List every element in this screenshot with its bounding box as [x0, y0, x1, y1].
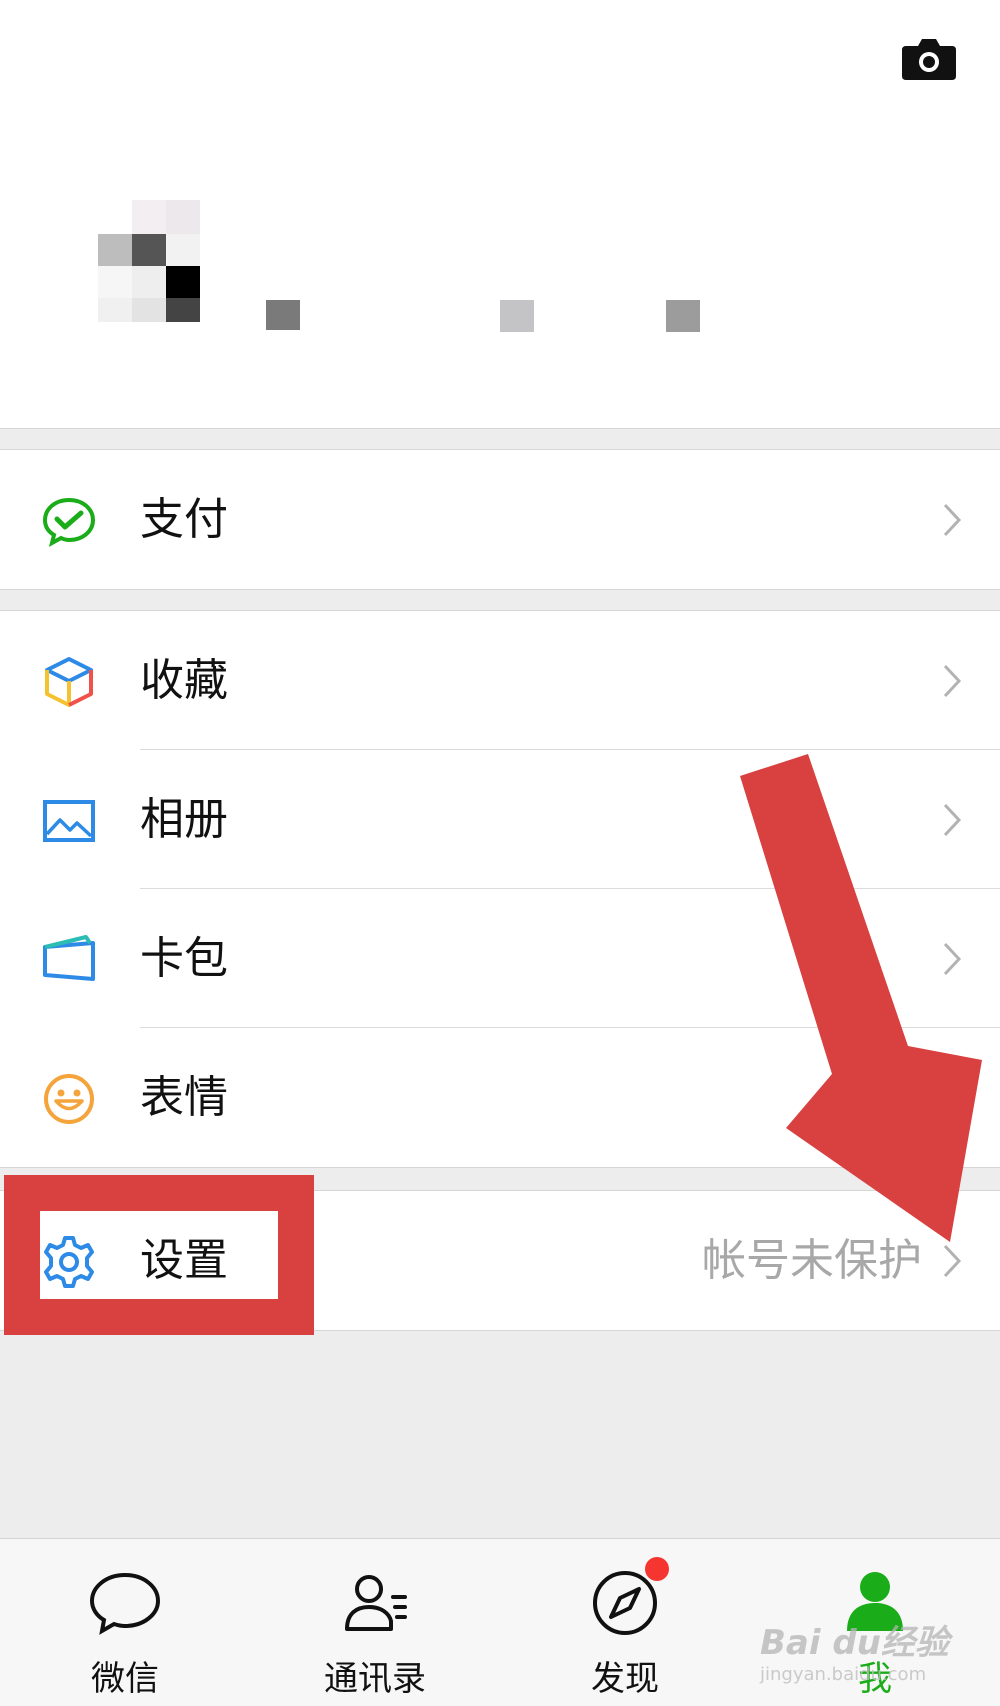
menu-item-favorites-label: 收藏: [140, 655, 228, 706]
cube-icon: [45, 657, 93, 707]
menu-item-favorites[interactable]: 收藏: [0, 611, 1000, 750]
tab-wechat[interactable]: 微信: [0, 1539, 250, 1706]
contacts-icon: [345, 1575, 407, 1631]
menu-item-pay-label: 支付: [140, 494, 228, 545]
menu-item-cards[interactable]: 卡包: [0, 889, 1000, 1028]
card-icon: [43, 935, 95, 981]
smile-icon: [44, 1074, 94, 1124]
menu-group-main: 收藏 相册 卡包 表情: [0, 610, 1000, 1168]
baidu-watermark: Bai du经验 jingyan.baidu.com: [760, 1615, 960, 1685]
menu-item-album-label: 相册: [140, 794, 228, 845]
chat-bubble-icon: [89, 1572, 161, 1635]
discover-badge-dot: [645, 1557, 669, 1581]
account-unprotected-status: 帐号未保护: [702, 1235, 922, 1286]
wechat-pay-icon: [42, 497, 96, 547]
chevron-right-icon: [943, 803, 962, 837]
menu-item-stickers-label: 表情: [140, 1072, 228, 1123]
chevron-right-icon: [943, 503, 962, 537]
menu-item-stickers[interactable]: 表情: [0, 1028, 1000, 1167]
menu-item-cards-label: 卡包: [140, 933, 228, 984]
chevron-right-icon: [943, 1244, 962, 1278]
menu-item-pay[interactable]: 支付: [0, 450, 1000, 589]
tab-discover-label: 发现: [591, 1659, 659, 1699]
watermark-brand: Bai du经验: [760, 1623, 949, 1663]
watermark-url: jingyan.baidu.com: [760, 1664, 927, 1685]
tab-discover[interactable]: 发现: [500, 1539, 750, 1706]
profile-header: [0, 0, 1000, 429]
chevron-right-icon: [943, 664, 962, 698]
highlight-box-annotation: [4, 1175, 314, 1335]
tab-contacts-label: 通讯录: [324, 1659, 426, 1699]
tab-contacts[interactable]: 通讯录: [250, 1539, 500, 1706]
chevron-right-icon: [943, 942, 962, 976]
menu-item-album[interactable]: 相册: [0, 750, 1000, 889]
image-icon: [43, 800, 95, 842]
avatar[interactable]: [98, 200, 202, 324]
menu-group-pay: 支付: [0, 449, 1000, 590]
tab-wechat-label: 微信: [91, 1659, 159, 1699]
camera-icon[interactable]: [902, 36, 956, 80]
